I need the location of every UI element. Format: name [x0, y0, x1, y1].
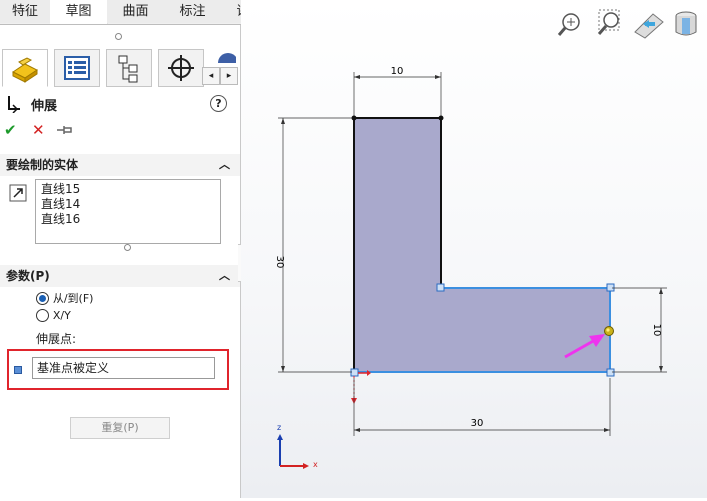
- dimension-left[interactable]: 30: [274, 117, 352, 373]
- tab-annotate[interactable]: 标注: [164, 0, 222, 23]
- part-icon: [12, 57, 38, 83]
- display-tab-partial[interactable]: [206, 49, 238, 73]
- select-entities-icon: [9, 184, 27, 202]
- graphics-viewport[interactable]: 10 30 10 30 z x: [241, 0, 707, 498]
- list-item[interactable]: 直线15: [41, 182, 215, 197]
- list-item[interactable]: 直线14: [41, 197, 215, 212]
- configuration-manager-tab[interactable]: [106, 49, 152, 87]
- feature-manager-tab[interactable]: [2, 49, 48, 87]
- zoom-to-area-icon[interactable]: [597, 9, 620, 35]
- command-manager-tabs: 特征 草图 曲面 标注 评估: [0, 0, 280, 25]
- radio-xy-control[interactable]: [36, 309, 49, 322]
- dimension-top-text[interactable]: 10: [391, 66, 404, 77]
- extend-point-label: 伸展点:: [36, 332, 77, 346]
- radio-xy-label: X/Y: [52, 309, 71, 322]
- origin-point[interactable]: [350, 368, 359, 377]
- parameters-section-title: 参数(P): [6, 269, 50, 283]
- radio-from-to-control[interactable]: [36, 291, 49, 305]
- sketch-canvas[interactable]: 10 30 10 30 z x: [241, 0, 707, 498]
- dimension-right[interactable]: 10: [612, 287, 667, 373]
- dimension-right-text[interactable]: 10: [651, 324, 662, 337]
- tabs-scroll-left-button[interactable]: ◂: [202, 67, 220, 85]
- radio-xy[interactable]: X/Y: [36, 308, 71, 322]
- entities-listbox[interactable]: 直线15 直线14 直线16: [35, 179, 221, 244]
- dimension-top[interactable]: 10: [353, 66, 442, 116]
- property-manager-panel: ◂ ▸ 伸展 ? ✔ ✕ 要绘制的实体 ︿ 直线15 直线14 直线16 参数(…: [0, 25, 241, 498]
- sketch-point[interactable]: [436, 283, 445, 292]
- dimension-bottom[interactable]: 30: [353, 378, 611, 436]
- entities-section-title: 要绘制的实体: [6, 158, 79, 172]
- repeat-button[interactable]: 重复(P): [70, 417, 170, 439]
- help-icon[interactable]: ?: [210, 95, 227, 112]
- sketch-region: [354, 118, 610, 372]
- listbox-resize-grip[interactable]: [124, 244, 131, 251]
- parameters-section-header[interactable]: 参数(P) ︿: [0, 265, 240, 287]
- dimension-left-text[interactable]: 30: [274, 256, 285, 269]
- section-view-icon[interactable]: [675, 11, 697, 36]
- dimension-bottom-text[interactable]: 30: [471, 418, 484, 429]
- tab-surfaces[interactable]: 曲面: [107, 0, 165, 23]
- property-list-icon: [64, 56, 90, 80]
- radio-from-to-label: 从/到(F): [52, 292, 94, 305]
- previous-view-icon[interactable]: [634, 13, 664, 39]
- extend-point-field[interactable]: 基准点被定义: [32, 357, 215, 379]
- sketch-point[interactable]: [606, 368, 615, 377]
- point-marker-icon: [14, 366, 22, 374]
- panel-resize-grip[interactable]: [115, 33, 122, 40]
- property-manager-tab[interactable]: [54, 49, 100, 87]
- entities-section-header[interactable]: 要绘制的实体 ︿: [0, 154, 240, 176]
- config-tree-icon: [118, 55, 138, 83]
- cancel-button[interactable]: ✕: [32, 121, 45, 139]
- collapse-chevron-icon[interactable]: ︿: [219, 154, 230, 176]
- tabs-scroll-right-button[interactable]: ▸: [220, 67, 238, 85]
- triad-z-label: z: [277, 423, 281, 432]
- pin-icon[interactable]: [56, 124, 74, 136]
- tab-sketch[interactable]: 草图: [50, 0, 108, 24]
- list-item[interactable]: 直线16: [41, 212, 215, 227]
- zoom-to-fit-icon[interactable]: [557, 13, 580, 36]
- crosshair-icon: [168, 55, 194, 81]
- tab-features[interactable]: 特征: [0, 0, 51, 23]
- sketch-point[interactable]: [438, 115, 444, 121]
- sketch-point[interactable]: [606, 283, 615, 292]
- sphere-icon: [218, 53, 238, 73]
- triad-x-label: x: [313, 460, 318, 469]
- panel-title: 伸展: [31, 99, 58, 114]
- dimxpert-tab[interactable]: [158, 49, 204, 87]
- stretch-icon: [8, 96, 20, 113]
- reference-triad: z x: [277, 423, 318, 469]
- ok-button[interactable]: ✔: [4, 121, 17, 139]
- radio-selected-dot: [39, 294, 46, 302]
- sketch-point[interactable]: [351, 115, 357, 121]
- base-point-highlight: [606, 328, 610, 332]
- radio-from-to[interactable]: 从/到(F): [36, 290, 93, 306]
- collapse-chevron-icon[interactable]: ︿: [219, 265, 230, 287]
